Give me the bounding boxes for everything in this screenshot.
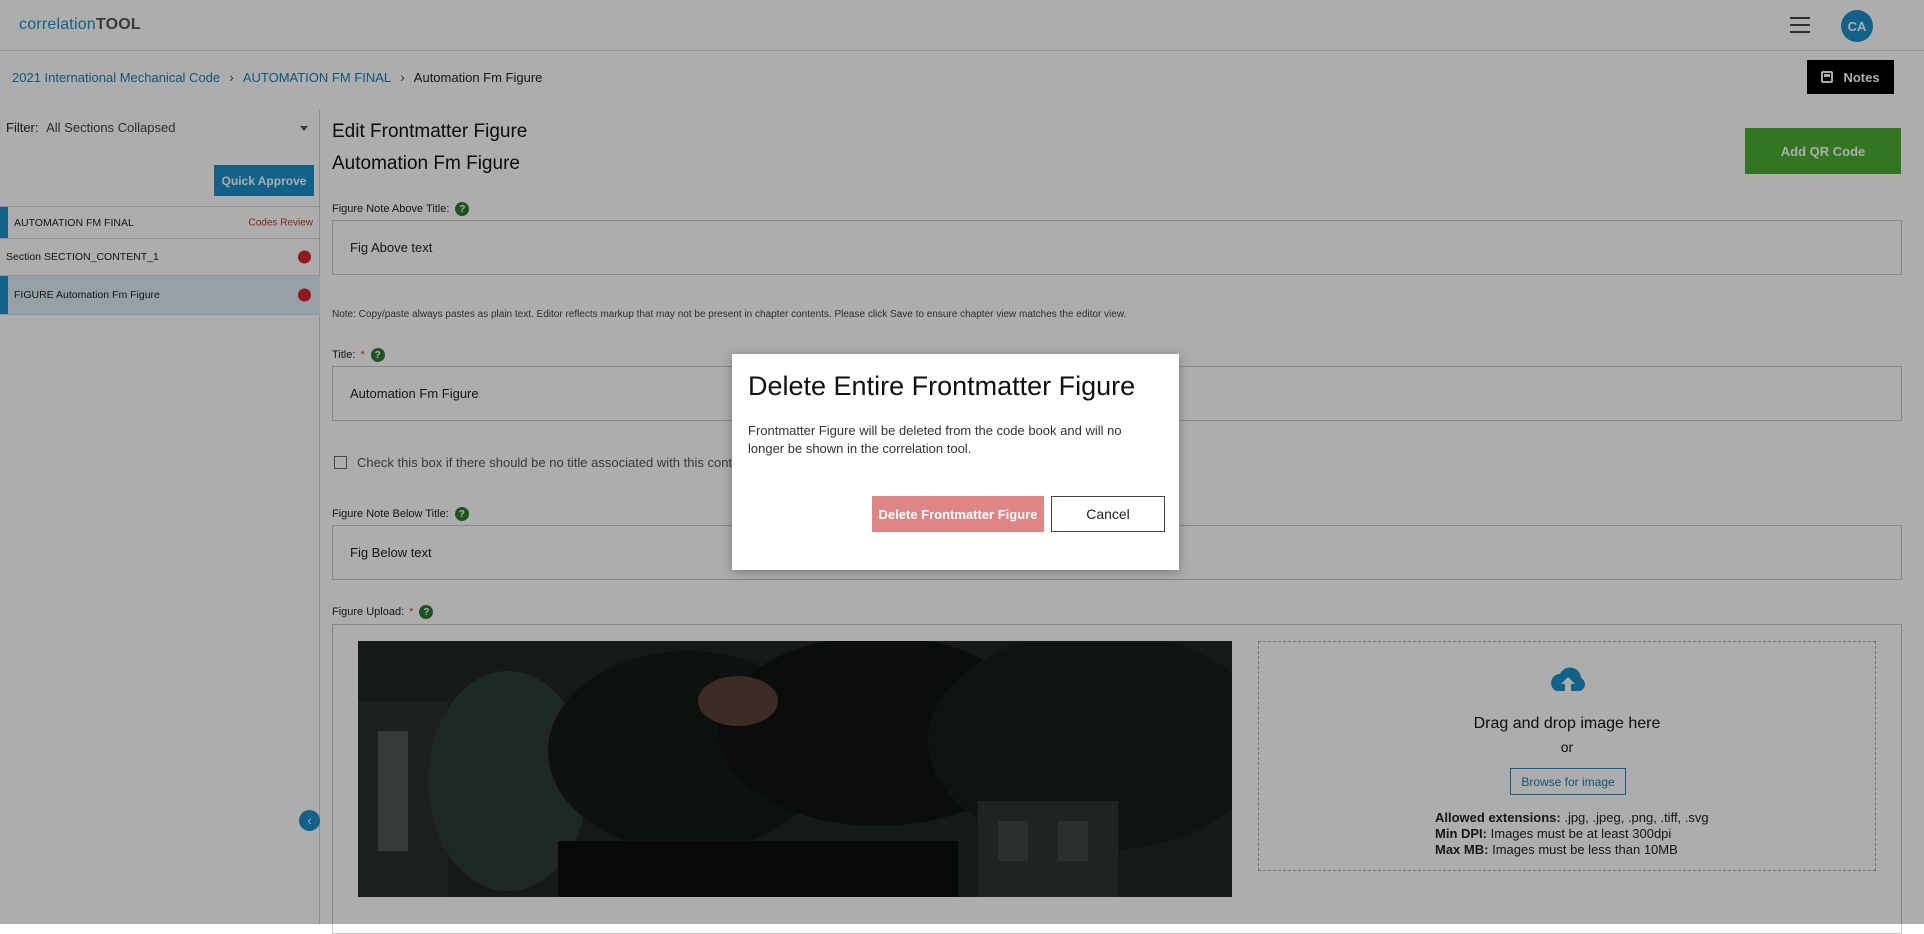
cancel-button[interactable]: Cancel xyxy=(1051,496,1165,532)
delete-frontmatter-figure-button[interactable]: Delete Frontmatter Figure xyxy=(872,496,1044,532)
dialog-title: Delete Entire Frontmatter Figure xyxy=(748,371,1136,401)
delete-confirmation-dialog: Delete Entire Frontmatter Figure Frontma… xyxy=(732,354,1179,570)
dialog-body: Frontmatter Figure will be deleted from … xyxy=(748,423,1122,456)
